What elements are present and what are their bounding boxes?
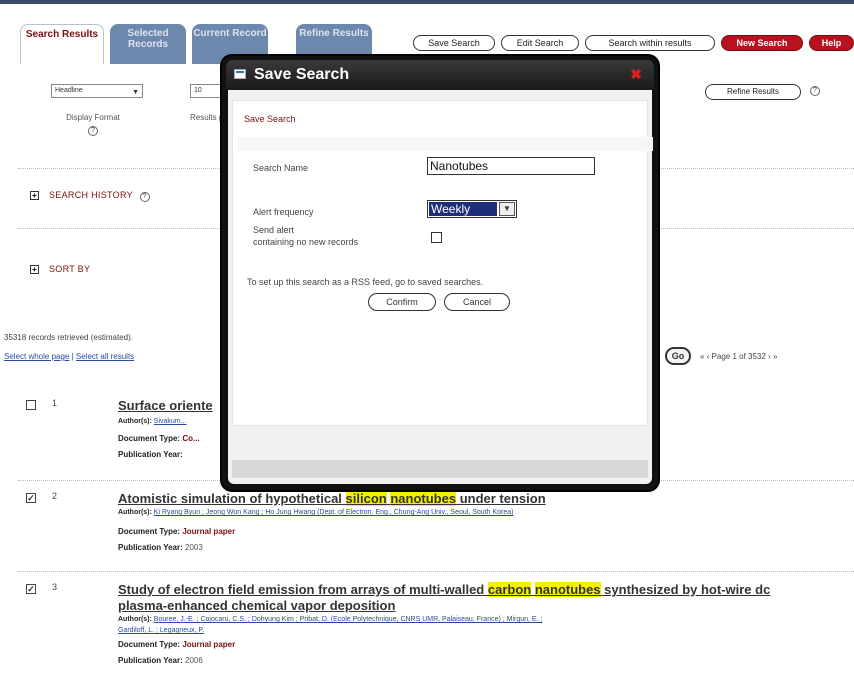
result-checkbox[interactable] bbox=[26, 400, 36, 410]
edit-search-button[interactable]: Edit Search bbox=[501, 35, 579, 51]
search-name-label: Search Name bbox=[253, 163, 309, 173]
cancel-button[interactable]: Cancel bbox=[444, 293, 510, 311]
top-toolbar: Search Results Selected Records Current … bbox=[0, 0, 854, 64]
expand-icon: + bbox=[30, 191, 39, 200]
result-title[interactable]: Surface oriente bbox=[118, 398, 213, 413]
close-icon[interactable]: ✖ bbox=[630, 66, 642, 83]
result-authors-cont: Gardiloff, L. ; Legagneux, P. bbox=[118, 627, 205, 634]
result-number: 2 bbox=[52, 491, 58, 501]
tab-selected-records[interactable]: Selected Records bbox=[110, 24, 186, 64]
rss-note: To set up this search as a RSS feed, go … bbox=[247, 277, 484, 287]
result-title-line2[interactable]: plasma-enhanced chemical vapor depositio… bbox=[118, 598, 395, 613]
divider bbox=[18, 571, 854, 572]
result-checkbox[interactable]: ✓ bbox=[26, 584, 36, 594]
result-number: 1 bbox=[52, 398, 58, 408]
search-name-input[interactable]: Nanotubes bbox=[427, 157, 595, 175]
result-title[interactable]: Atomistic simulation of hypothetical sil… bbox=[118, 491, 546, 506]
select-whole-page-link[interactable]: Select whole page bbox=[4, 352, 69, 361]
help-icon[interactable]: ? bbox=[88, 126, 98, 136]
result-number: 3 bbox=[52, 582, 58, 592]
result-authors: Author(s): Bouree, J.-E. ; Cojocaru, C.S… bbox=[118, 616, 543, 623]
search-history-toggle[interactable]: + SEARCH HISTORY ? bbox=[30, 190, 150, 202]
result-item: ✓ 2 Atomistic simulation of hypothetical… bbox=[26, 491, 854, 561]
pagination[interactable]: « ‹ Page 1 of 3532 › » bbox=[700, 352, 777, 361]
top-border bbox=[0, 0, 854, 4]
result-item: ✓ 3 Study of electron field emission fro… bbox=[26, 582, 854, 674]
select-all-results-link[interactable]: Select all results bbox=[76, 352, 134, 361]
alert-frequency-value: Weekly bbox=[429, 202, 497, 216]
save-search-button[interactable]: Save Search bbox=[413, 35, 495, 51]
dialog-subtitle: Save Search bbox=[244, 114, 296, 124]
result-doc-type: Document Type: Journal paper bbox=[118, 527, 236, 536]
results-per-page-select[interactable]: 10 bbox=[190, 84, 224, 98]
help-button[interactable]: Help bbox=[809, 35, 854, 51]
display-format-select[interactable]: Headline ▼ bbox=[51, 84, 143, 98]
sort-by-toggle[interactable]: + SORT BY bbox=[30, 264, 90, 274]
result-authors: Author(s): Ki Ryang Byun ; Jeong Won Kan… bbox=[118, 509, 514, 516]
alert-frequency-label: Alert frequency bbox=[253, 207, 314, 217]
tab-search-results[interactable]: Search Results bbox=[20, 24, 104, 64]
result-doc-type: Document Type: Co... bbox=[118, 434, 200, 443]
subtitle-bar bbox=[237, 137, 653, 151]
dialog-title: Save Search bbox=[254, 66, 350, 83]
selection-links: Select whole page | Select all results bbox=[4, 352, 135, 361]
display-format-label: Display Format ? bbox=[66, 113, 120, 136]
help-icon[interactable]: ? bbox=[139, 192, 150, 202]
records-count: 35318 records retrieved (estimated). bbox=[4, 333, 133, 342]
go-button[interactable]: Go bbox=[665, 347, 691, 365]
result-doc-type: Document Type: Journal paper bbox=[118, 640, 236, 649]
confirm-button[interactable]: Confirm bbox=[368, 293, 436, 311]
help-icon[interactable]: ? bbox=[810, 86, 820, 96]
save-search-dialog: Save Search ✖ Save Search Search Name Na… bbox=[222, 56, 658, 490]
dialog-content bbox=[232, 100, 653, 426]
result-authors: Author(s): Sivakum... bbox=[118, 418, 187, 425]
new-search-button[interactable]: New Search bbox=[721, 35, 803, 51]
alert-frequency-select[interactable]: Weekly ▼ bbox=[427, 200, 517, 218]
send-alert-label: Send alert containing no new records bbox=[253, 225, 359, 247]
chevron-down-icon: ▼ bbox=[132, 89, 139, 96]
refine-results-button[interactable]: Refine Results bbox=[705, 84, 801, 100]
search-within-results-button[interactable]: Search within results bbox=[585, 35, 715, 51]
chevron-down-icon[interactable]: ▼ bbox=[499, 202, 515, 216]
result-checkbox[interactable]: ✓ bbox=[26, 493, 36, 503]
dialog-header: Save Search ✖ bbox=[226, 60, 654, 90]
window-icon bbox=[234, 69, 246, 79]
send-alert-checkbox[interactable] bbox=[431, 232, 442, 243]
dialog-footer bbox=[232, 460, 648, 478]
result-year: Publication Year: bbox=[118, 450, 183, 459]
dialog-body bbox=[228, 90, 653, 484]
result-year: Publication Year: 2006 bbox=[118, 656, 203, 665]
result-year: Publication Year: 2003 bbox=[118, 543, 203, 552]
expand-icon: + bbox=[30, 265, 39, 274]
results-per-page-label: Results per page bbox=[190, 113, 224, 122]
result-title[interactable]: Study of electron field emission from ar… bbox=[118, 582, 770, 597]
